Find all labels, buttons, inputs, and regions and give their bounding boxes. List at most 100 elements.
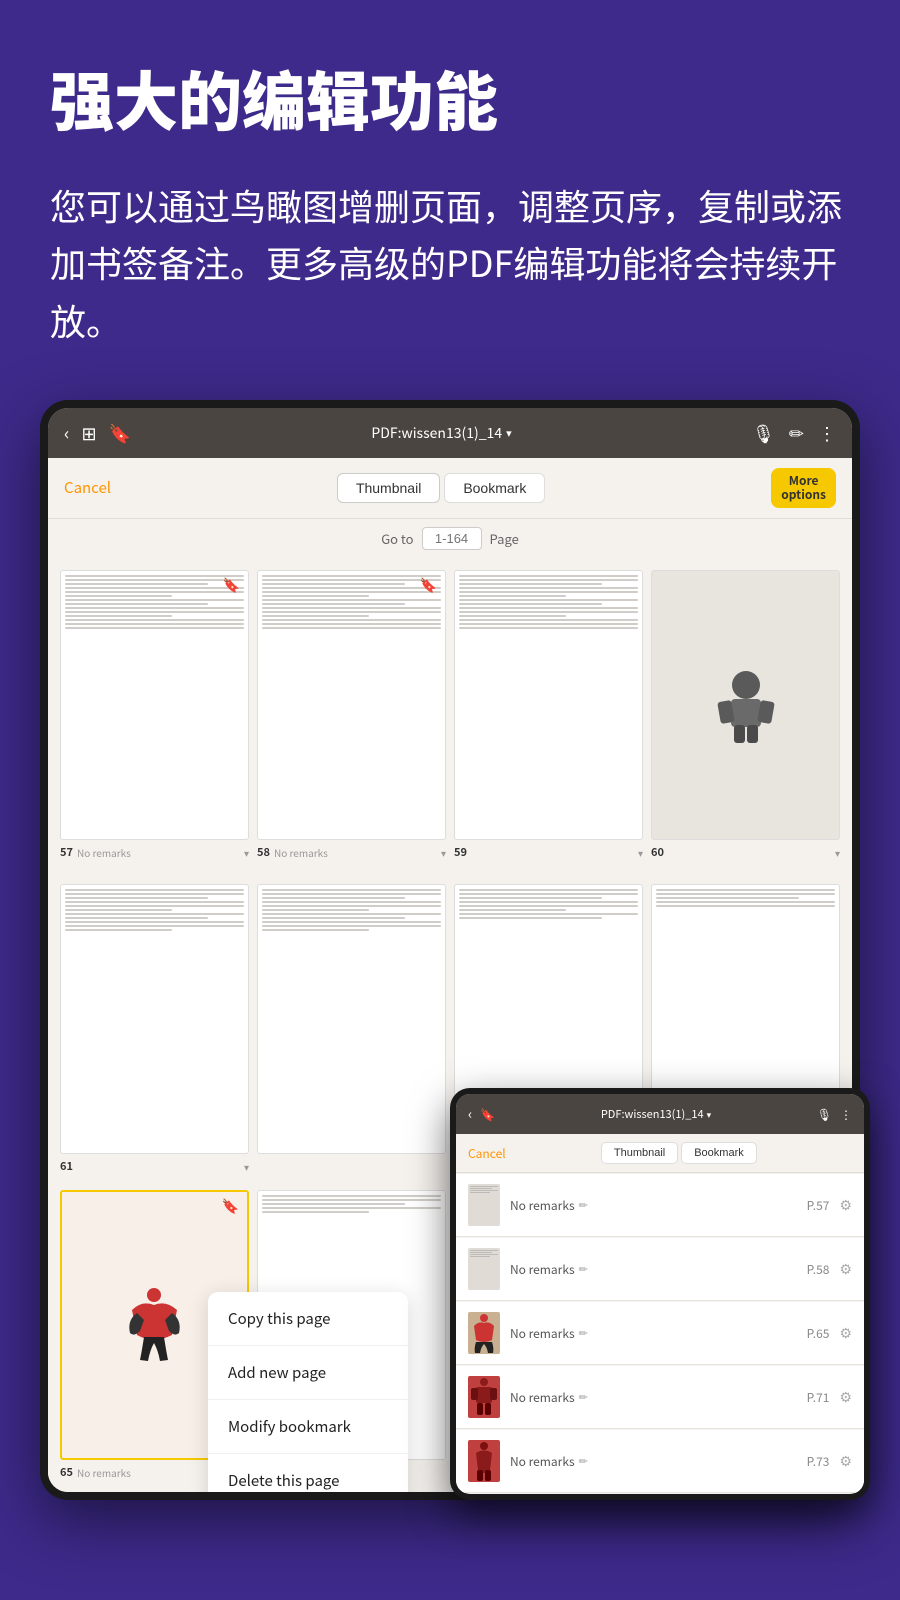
bookmark-thumb-71 xyxy=(468,1376,500,1418)
bookmark-page-73: P.73 xyxy=(807,1453,830,1470)
second-bookmark-tab[interactable]: Bookmark xyxy=(681,1142,757,1164)
thumb-image-59 xyxy=(454,570,643,840)
bookmark-page-71: P.71 xyxy=(807,1389,830,1406)
bookmark-icon-58: 🔖 xyxy=(420,575,437,595)
toolbar-right: 🎙 ✏ ⋮ xyxy=(752,420,836,446)
thumb-label-61: 61 ▾ xyxy=(60,1158,249,1174)
second-panel-header: Cancel Thumbnail Bookmark xyxy=(456,1134,864,1173)
thumb-figure-73 xyxy=(468,1440,500,1482)
thumb-cell-61[interactable]: 61 ▾ xyxy=(56,880,253,1178)
second-bookmark-icon[interactable]: 🔖 xyxy=(480,1106,495,1123)
settings-icon-57[interactable]: ⚙ xyxy=(839,1195,852,1215)
bookmark-thumb-65 xyxy=(468,1312,500,1354)
goto-input[interactable] xyxy=(422,527,482,550)
bookmark-tab[interactable]: Bookmark xyxy=(444,473,545,503)
thumb-figure-65 xyxy=(468,1312,500,1354)
figure-illustration-65 xyxy=(122,1285,187,1365)
second-toolbar-title: PDF:wissen13(1)_14 ▾ xyxy=(503,1106,809,1122)
bookmark-thumb-73 xyxy=(468,1440,500,1482)
bookmark-list: No remarks ✏ P.57 ⚙ xyxy=(456,1174,864,1493)
thumb-cell-58[interactable]: 🔖 58 No remarks xyxy=(253,566,450,864)
bookmark-item-57[interactable]: No remarks ✏ P.57 ⚙ xyxy=(456,1174,864,1237)
more-options-button[interactable]: More options xyxy=(771,468,836,509)
thumbnail-grid-row1: 🔖 57 No remarks xyxy=(48,558,852,872)
device-container: ‹ ⊞ 🔖 PDF:wissen13(1)_14 ▾ 🎙 ✏ ⋮ Cancel xyxy=(0,400,900,1551)
bookmark-title-71: No remarks ✏ xyxy=(510,1389,797,1406)
grid-icon[interactable]: ⊞ xyxy=(81,420,96,446)
thumb-cell-57[interactable]: 🔖 57 No remarks xyxy=(56,566,253,864)
thumb-cell-62[interactable] xyxy=(253,880,450,1178)
bookmark-item-71[interactable]: No remarks ✏ P.71 ⚙ xyxy=(456,1366,864,1429)
bookmark-title-73: No remarks ✏ xyxy=(510,1453,797,1470)
bookmark-info-65: No remarks ✏ xyxy=(510,1325,797,1342)
thumb-figure-71 xyxy=(468,1376,500,1418)
thumb-image-60 xyxy=(651,570,840,840)
bookmark-thumb-58 xyxy=(468,1248,500,1290)
page-title: 强大的编辑功能 xyxy=(50,60,850,137)
bookmark-info-57: No remarks ✏ xyxy=(510,1197,797,1214)
cancel-button[interactable]: Cancel xyxy=(64,477,111,498)
figure-illustration-60 xyxy=(711,665,781,745)
second-tablet: ‹ 🔖 PDF:wissen13(1)_14 ▾ 🎙 ⋮ Cancel Thum… xyxy=(450,1088,870,1500)
description-text: 您可以通过鸟瞰图增删页面，调整页序，复制或添加书签备注。更多高级的PDF编辑功能… xyxy=(50,177,850,350)
add-page-menu-item[interactable]: Add new page xyxy=(208,1346,408,1400)
back-icon[interactable]: ‹ xyxy=(64,420,69,446)
thumb-cell-59[interactable]: 59 ▾ xyxy=(450,566,647,864)
thumb-label-59: 59 ▾ xyxy=(454,844,643,860)
bookmark-thumb-57 xyxy=(468,1184,500,1226)
thumb-image-61 xyxy=(60,884,249,1154)
pdf-toolbar: ‹ ⊞ 🔖 PDF:wissen13(1)_14 ▾ 🎙 ✏ ⋮ xyxy=(48,408,852,458)
more-menu-icon[interactable]: ⋮ xyxy=(818,420,836,446)
settings-icon-71[interactable]: ⚙ xyxy=(839,1387,852,1407)
bookmark-icon-65: 🔖 xyxy=(222,1196,239,1216)
tab-group: Thumbnail Bookmark xyxy=(111,473,771,503)
bookmark-info-58: No remarks ✏ xyxy=(510,1261,797,1278)
bookmark-title-58: No remarks ✏ xyxy=(510,1261,797,1278)
toolbar-title: PDF:wissen13(1)_14 ▾ xyxy=(143,423,740,443)
delete-page-menu-item[interactable]: Delete this page xyxy=(208,1454,408,1492)
goto-label: Go to xyxy=(381,529,413,548)
page-label: Page xyxy=(490,529,519,548)
thumb-label-58: 58 No remarks ▾ xyxy=(257,844,446,860)
thumb-cell-60[interactable]: 60 ▾ xyxy=(647,566,844,864)
copy-page-menu-item[interactable]: Copy this page xyxy=(208,1292,408,1346)
mic-icon[interactable]: 🎙 xyxy=(752,420,775,446)
second-tablet-screen: ‹ 🔖 PDF:wissen13(1)_14 ▾ 🎙 ⋮ Cancel Thum… xyxy=(456,1094,864,1494)
context-menu: Copy this page Add new page Modify bookm… xyxy=(208,1292,408,1492)
edit-icon-57: ✏ xyxy=(579,1197,588,1213)
modify-bookmark-menu-item[interactable]: Modify bookmark xyxy=(208,1400,408,1454)
settings-icon-65[interactable]: ⚙ xyxy=(839,1323,852,1343)
bookmark-page-65: P.65 xyxy=(807,1325,830,1342)
second-thumbnail-tab[interactable]: Thumbnail xyxy=(601,1142,678,1164)
bookmark-page-58: P.58 xyxy=(807,1261,830,1278)
goto-bar: Go to Page xyxy=(48,519,852,558)
settings-icon-58[interactable]: ⚙ xyxy=(839,1259,852,1279)
bookmark-page-57: P.57 xyxy=(807,1197,830,1214)
thumb-label-57: 57 No remarks ▾ xyxy=(60,844,249,860)
panel-header: Cancel Thumbnail Bookmark More options xyxy=(48,458,852,520)
second-cancel-button[interactable]: Cancel xyxy=(468,1145,506,1162)
second-mic-icon[interactable]: 🎙 xyxy=(817,1106,832,1123)
edit-icon-65: ✏ xyxy=(579,1325,588,1341)
bookmark-title-65: No remarks ✏ xyxy=(510,1325,797,1342)
bookmark-item-65[interactable]: No remarks ✏ P.65 ⚙ xyxy=(456,1302,864,1365)
pen-icon[interactable]: ✏ xyxy=(789,420,804,446)
thumbnail-tab[interactable]: Thumbnail xyxy=(337,473,440,503)
thumb-label-60: 60 ▾ xyxy=(651,844,840,860)
second-toolbar: ‹ 🔖 PDF:wissen13(1)_14 ▾ 🎙 ⋮ xyxy=(456,1094,864,1134)
settings-icon-73[interactable]: ⚙ xyxy=(839,1451,852,1471)
thumb-image-57: 🔖 xyxy=(60,570,249,840)
title-chevron: ▾ xyxy=(506,425,512,441)
edit-icon-73: ✏ xyxy=(579,1453,588,1469)
edit-icon-58: ✏ xyxy=(579,1261,588,1277)
thumb-image-58: 🔖 xyxy=(257,570,446,840)
bookmark-icon-57: 🔖 xyxy=(223,575,240,595)
bookmark-title-57: No remarks ✏ xyxy=(510,1197,797,1214)
bookmark-toolbar-icon[interactable]: 🔖 xyxy=(109,420,131,446)
bookmark-item-73[interactable]: No remarks ✏ P.73 ⚙ xyxy=(456,1430,864,1493)
second-back-icon[interactable]: ‹ xyxy=(468,1104,472,1124)
header-section: 强大的编辑功能 您可以通过鸟瞰图增删页面，调整页序，复制或添加书签备注。更多高级… xyxy=(0,0,900,380)
bookmark-item-58[interactable]: No remarks ✏ P.58 ⚙ xyxy=(456,1238,864,1301)
second-tab-group: Thumbnail Bookmark xyxy=(506,1142,852,1164)
second-more-icon[interactable]: ⋮ xyxy=(840,1106,852,1123)
